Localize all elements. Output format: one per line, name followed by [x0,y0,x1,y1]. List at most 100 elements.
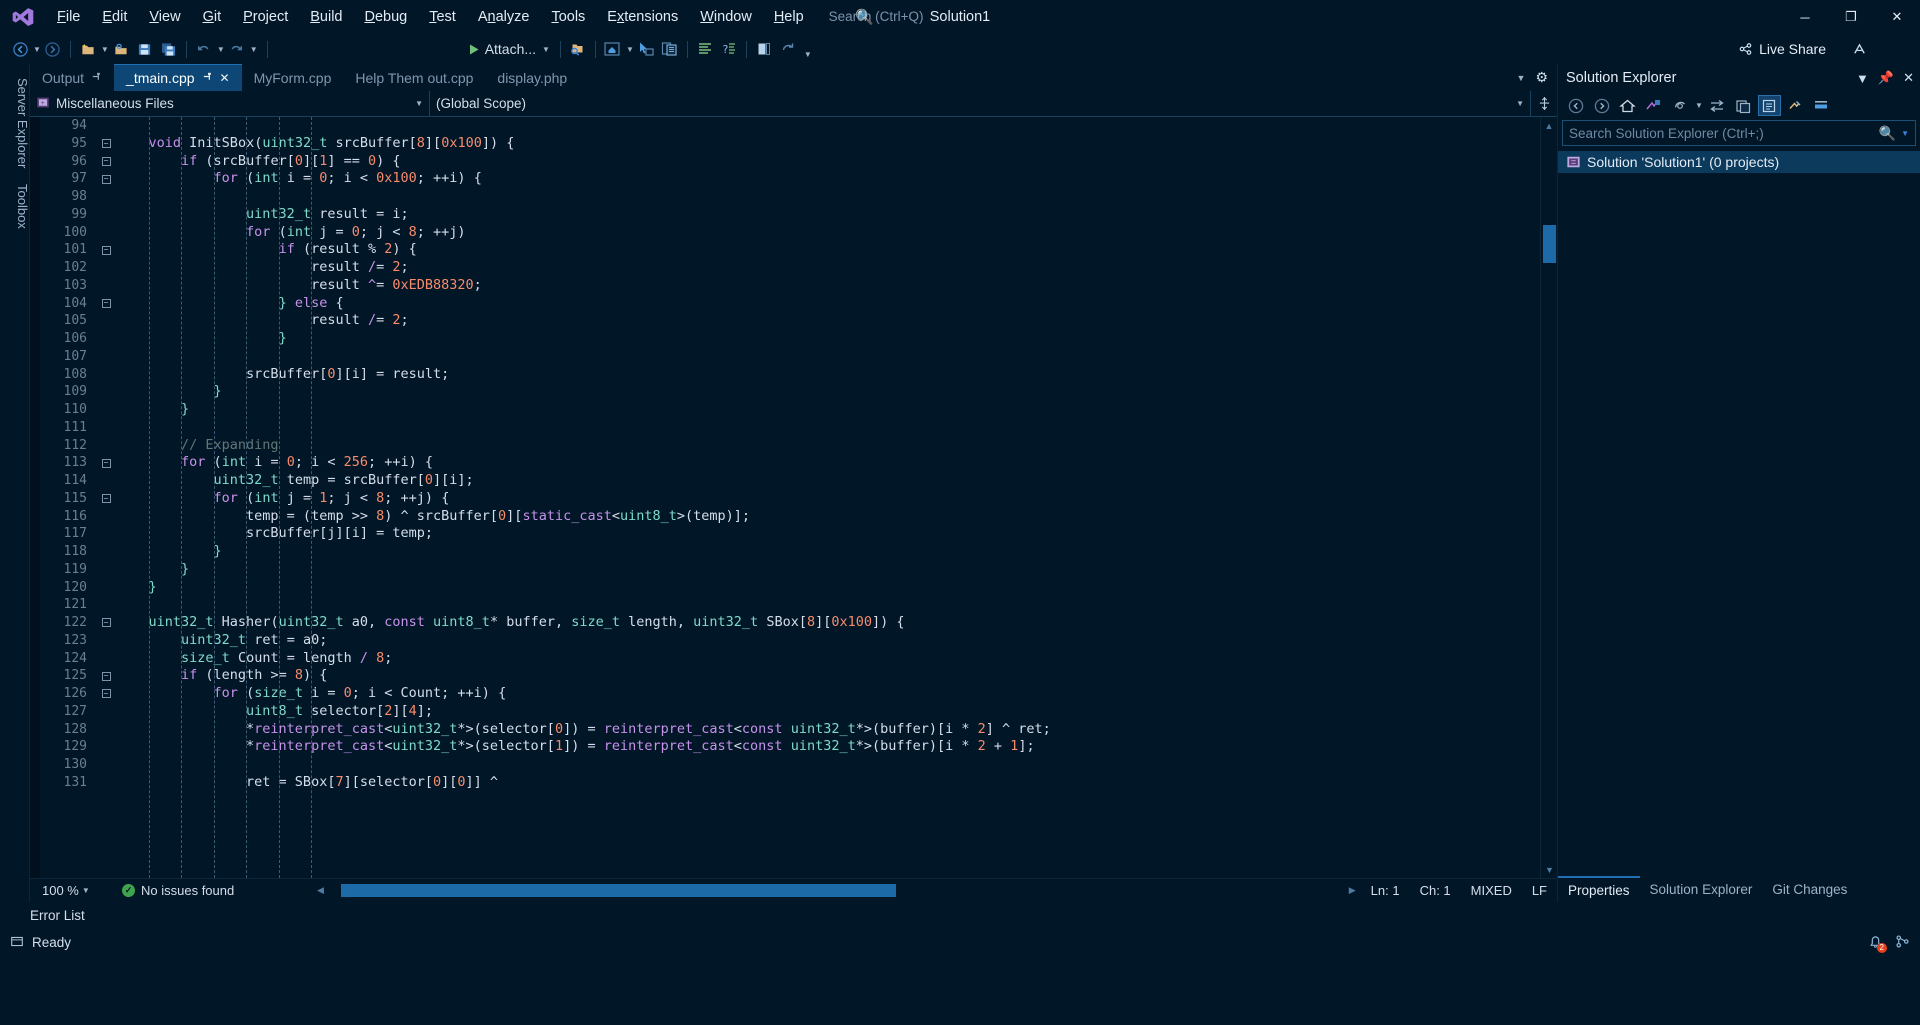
zoom-level-control[interactable]: 100 % ▼ [30,883,122,898]
bottom-tab-git-changes[interactable]: Git Changes [1762,876,1857,902]
code-line[interactable]: 130 [40,756,1540,774]
code-line[interactable]: 118 } [40,543,1540,561]
issues-indicator[interactable]: ✓ No issues found [122,883,312,898]
search-magnifier-icon[interactable]: 🔍 [855,8,874,26]
solution-search-input[interactable]: Search Solution Explorer (Ctrl+;) [1569,126,1879,141]
line-ending-indicator[interactable]: LF [1522,883,1557,898]
pending-changes-icon[interactable] [1642,95,1665,116]
code-line[interactable]: 126− for (size_t i = 0; i < Count; ++i) … [40,685,1540,703]
member-scope-caret[interactable]: ▼ [1516,99,1524,108]
attach-caret[interactable]: ▼ [542,45,550,54]
tab-pin-icon[interactable] [202,71,213,85]
vertical-scroll-thumb[interactable] [1543,225,1556,263]
code-line[interactable]: 121 [40,596,1540,614]
code-line[interactable]: 103 result ^= 0xEDB88320; [40,277,1540,295]
menu-item-build[interactable]: Build [299,0,353,34]
split-editor-button[interactable] [1531,91,1557,116]
properties-window-icon[interactable] [1758,95,1781,116]
menu-item-help[interactable]: Help [763,0,815,34]
back-dropdown-caret[interactable]: ▼ [33,45,41,54]
search-icon[interactable]: 🔍 [1879,125,1896,142]
hscroll-right-arrow[interactable]: ▶ [1344,885,1361,896]
fold-gutter[interactable]: − [96,139,116,148]
open-file-icon[interactable] [110,37,132,61]
code-line[interactable]: 116 temp = (temp >> 8) ^ srcBuffer[0][st… [40,508,1540,526]
home-preview-caret[interactable]: ▼ [626,45,634,54]
solution-properties-icon[interactable] [694,37,716,61]
code-line[interactable]: 99 uint32_t result = i; [40,206,1540,224]
bell-icon[interactable]: 2 [1864,933,1886,952]
redo-icon[interactable] [226,37,248,61]
preview-selected-items-icon[interactable] [1784,95,1807,116]
collapse-region-icon[interactable]: − [102,299,111,308]
fold-gutter[interactable]: − [96,672,116,681]
undo-caret[interactable]: ▼ [217,45,225,54]
solution-tree[interactable]: Solution 'Solution1' (0 projects) [1558,148,1920,876]
scroll-up-arrow[interactable]: ▲ [1541,117,1557,134]
back-navigate-icon[interactable] [9,37,31,61]
minimize-button[interactable]: ─ [1782,0,1828,34]
undo-icon[interactable] [193,37,215,61]
code-line[interactable]: 102 result /= 2; [40,259,1540,277]
hscroll-left-arrow[interactable]: ◀ [312,885,329,896]
menu-item-git[interactable]: Git [192,0,233,34]
code-line[interactable]: 128 *reinterpret_cast<uint32_t*>(selecto… [40,721,1540,739]
hscroll-track[interactable] [329,884,1344,897]
source-control-icon[interactable] [1895,934,1910,952]
code-line[interactable]: 117 srcBuffer[j][i] = temp; [40,525,1540,543]
maximize-button[interactable]: ❐ [1828,0,1874,34]
collapse-region-icon[interactable]: − [102,672,111,681]
code-editor-area[interactable]: 9495− void InitSBox(uint32_t srcBuffer[8… [30,117,1557,878]
code-line[interactable]: 124 size_t Count = length / 8; [40,650,1540,668]
collapse-region-icon[interactable]: − [102,618,111,627]
collapse-region-icon[interactable]: − [102,139,111,148]
refresh-icon[interactable] [1668,95,1691,116]
toggle-help-icon[interactable]: ? [718,37,740,61]
forward-icon[interactable] [1590,95,1613,116]
menu-item-extensions[interactable]: Extensions [596,0,689,34]
search-folder-icon[interactable] [567,37,589,61]
new-project-caret[interactable]: ▼ [101,45,109,54]
attach-debug-button[interactable]: Attach... ▼ [463,37,555,61]
code-line[interactable]: 105 result /= 2; [40,312,1540,330]
fold-gutter[interactable]: − [96,689,116,698]
code-line[interactable]: 120 } [40,579,1540,597]
code-line[interactable]: 94 [40,117,1540,135]
menu-item-window[interactable]: Window [689,0,763,34]
forward-navigate-icon[interactable] [42,37,64,61]
home-icon[interactable] [1616,95,1639,116]
code-line[interactable]: 111 [40,419,1540,437]
close-button[interactable]: ✕ [1874,0,1920,34]
tab-pin-icon[interactable] [91,71,102,85]
live-share-button[interactable]: Live Share [1732,37,1832,61]
redo-caret[interactable]: ▼ [250,45,258,54]
fold-gutter[interactable]: − [96,299,116,308]
sync-icon[interactable] [777,37,799,61]
code-line[interactable]: 115− for (int j = 1; j < 8; ++j) { [40,490,1540,508]
code-line[interactable]: 96− if (srcBuffer[0][1] == 0) { [40,153,1540,171]
code-line[interactable]: 97− for (int i = 0; i < 0x100; ++i) { [40,170,1540,188]
encoding-indicator[interactable]: MIXED [1461,883,1522,898]
code-line[interactable]: 109 } [40,383,1540,401]
scroll-down-arrow[interactable]: ▼ [1541,861,1557,878]
tab-overflow-caret[interactable]: ▼ [1517,73,1526,83]
fold-gutter[interactable]: − [96,157,116,166]
code-line[interactable]: 129 *reinterpret_cast<uint32_t*>(selecto… [40,738,1540,756]
document-tab-myform-cpp[interactable]: MyForm.cpp [242,64,344,91]
bottom-tab-solution-explorer[interactable]: Solution Explorer [1640,876,1763,902]
fold-gutter[interactable]: − [96,459,116,468]
project-scope-dropdown[interactable]: + Miscellaneous Files ▼ [30,91,430,116]
code-line[interactable]: 127 uint8_t selector[2][4]; [40,703,1540,721]
tab-close-icon[interactable]: ✕ [220,71,230,85]
fold-gutter[interactable]: − [96,246,116,255]
menu-item-view[interactable]: View [138,0,191,34]
code-line[interactable]: 112 // Expanding [40,437,1540,455]
window-layout-icon[interactable] [753,37,775,61]
collapse-region-icon[interactable]: − [102,175,111,184]
editor-horizontal-scrollbar[interactable]: ◀ ▶ [312,882,1361,899]
rail-tab-server-explorer[interactable]: Server Explorer [0,70,30,176]
code-line[interactable]: 114 uint32_t temp = srcBuffer[0][i]; [40,472,1540,490]
code-line[interactable]: 125− if (length >= 8) { [40,667,1540,685]
chevron-down-icon[interactable]: ▼ [1856,71,1869,86]
code-line[interactable]: 131 ret = SBox[7][selector[0][0]] ^ [40,774,1540,792]
